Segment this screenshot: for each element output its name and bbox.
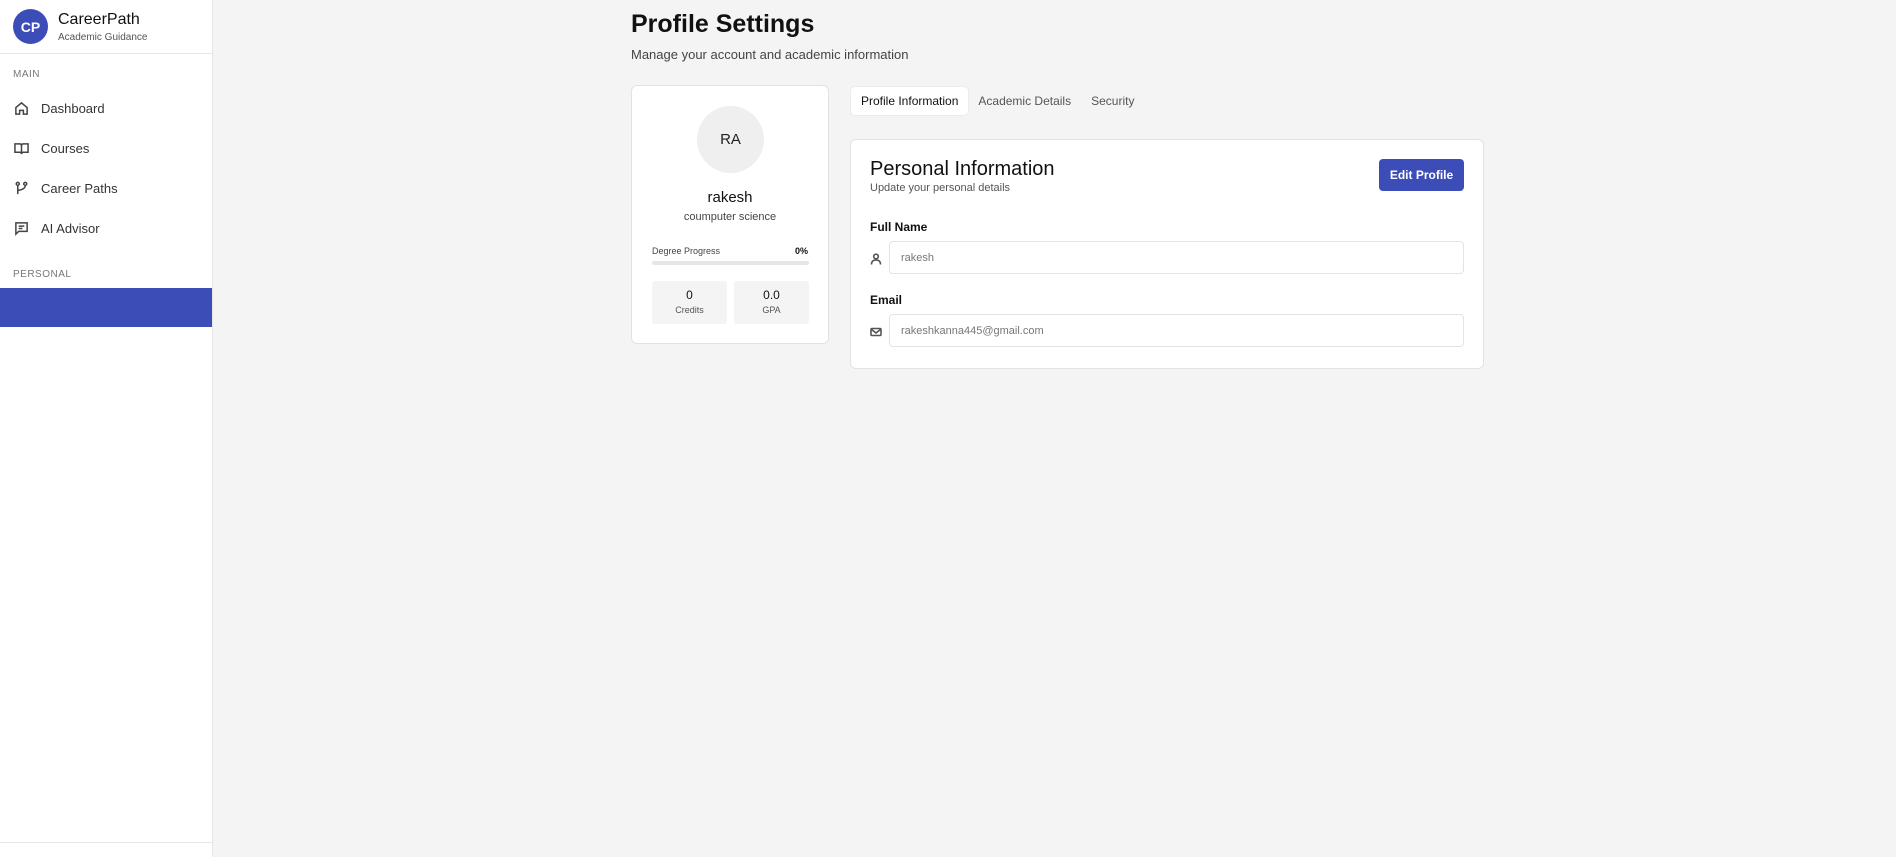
section-label-main: MAIN bbox=[13, 69, 40, 80]
user-icon bbox=[870, 252, 882, 265]
credits-label: Credits bbox=[675, 305, 704, 315]
degree-progress-value: 0% bbox=[794, 246, 808, 256]
home-icon bbox=[15, 101, 28, 115]
personal-information-card: Personal Information Update your persona… bbox=[850, 139, 1484, 369]
tab-academic-details[interactable]: Academic Details bbox=[968, 87, 1081, 115]
mail-icon bbox=[870, 325, 882, 337]
sidebar-item-courses[interactable]: Courses bbox=[0, 128, 212, 168]
book-icon bbox=[14, 142, 29, 154]
page-title: Profile Settings bbox=[631, 10, 815, 38]
gpa-value: 0.0 bbox=[763, 288, 780, 302]
tab-profile-information[interactable]: Profile Information bbox=[851, 86, 969, 115]
sidebar-item-label: AI Advisor bbox=[41, 220, 100, 236]
section-subtitle: Update your personal details bbox=[870, 182, 1011, 194]
degree-progress-bar bbox=[652, 261, 809, 265]
credits-value: 0 bbox=[686, 288, 693, 302]
page-subtitle: Manage your account and academic informa… bbox=[631, 47, 909, 62]
profile-major: coumputer science bbox=[683, 211, 777, 223]
full-name-label: Full Name bbox=[870, 220, 928, 234]
tab-security[interactable]: Security bbox=[1081, 87, 1144, 115]
sidebar-item-label: Courses bbox=[41, 140, 90, 156]
brand-name: CareerPath bbox=[58, 10, 140, 28]
sidebar-item-dashboard[interactable]: Dashboard bbox=[0, 88, 212, 128]
profile-summary-card: RA rakesh coumputer science Degree Progr… bbox=[631, 85, 829, 344]
avatar: RA bbox=[697, 106, 764, 173]
sidebar-item-profile-active[interactable] bbox=[0, 288, 212, 327]
sidebar-item-ai-advisor[interactable]: AI Advisor bbox=[0, 208, 212, 248]
sidebar-item-label: Dashboard bbox=[41, 100, 105, 116]
branch-icon bbox=[15, 181, 28, 194]
section-label-personal: PERSONAL bbox=[13, 269, 72, 280]
sidebar-item-career-paths[interactable]: Career Paths bbox=[0, 168, 212, 208]
brand-subtitle: Academic Guidance bbox=[58, 31, 148, 43]
gpa-label: GPA bbox=[762, 305, 781, 315]
credits-stat: 0 Credits bbox=[652, 281, 727, 324]
sidebar-footer-divider bbox=[0, 842, 212, 843]
gpa-stat: 0.0 GPA bbox=[734, 281, 809, 324]
brand[interactable]: CP CareerPath Academic Guidance bbox=[0, 0, 212, 54]
full-name-field[interactable] bbox=[889, 241, 1464, 274]
sidebar: CP CareerPath Academic Guidance MAIN Das… bbox=[0, 0, 213, 857]
profile-name: rakesh bbox=[707, 189, 753, 206]
sidebar-item-label: Career Paths bbox=[41, 180, 118, 196]
email-field[interactable] bbox=[889, 314, 1464, 347]
settings-tabs: Profile Information Academic Details Sec… bbox=[851, 86, 1144, 115]
email-label: Email bbox=[870, 293, 903, 307]
degree-progress-label: Degree Progress bbox=[652, 246, 721, 256]
edit-profile-button[interactable]: Edit Profile bbox=[1379, 159, 1464, 191]
section-title: Personal Information bbox=[870, 158, 1055, 180]
brand-logo: CP bbox=[13, 9, 48, 44]
chat-icon bbox=[15, 221, 28, 236]
